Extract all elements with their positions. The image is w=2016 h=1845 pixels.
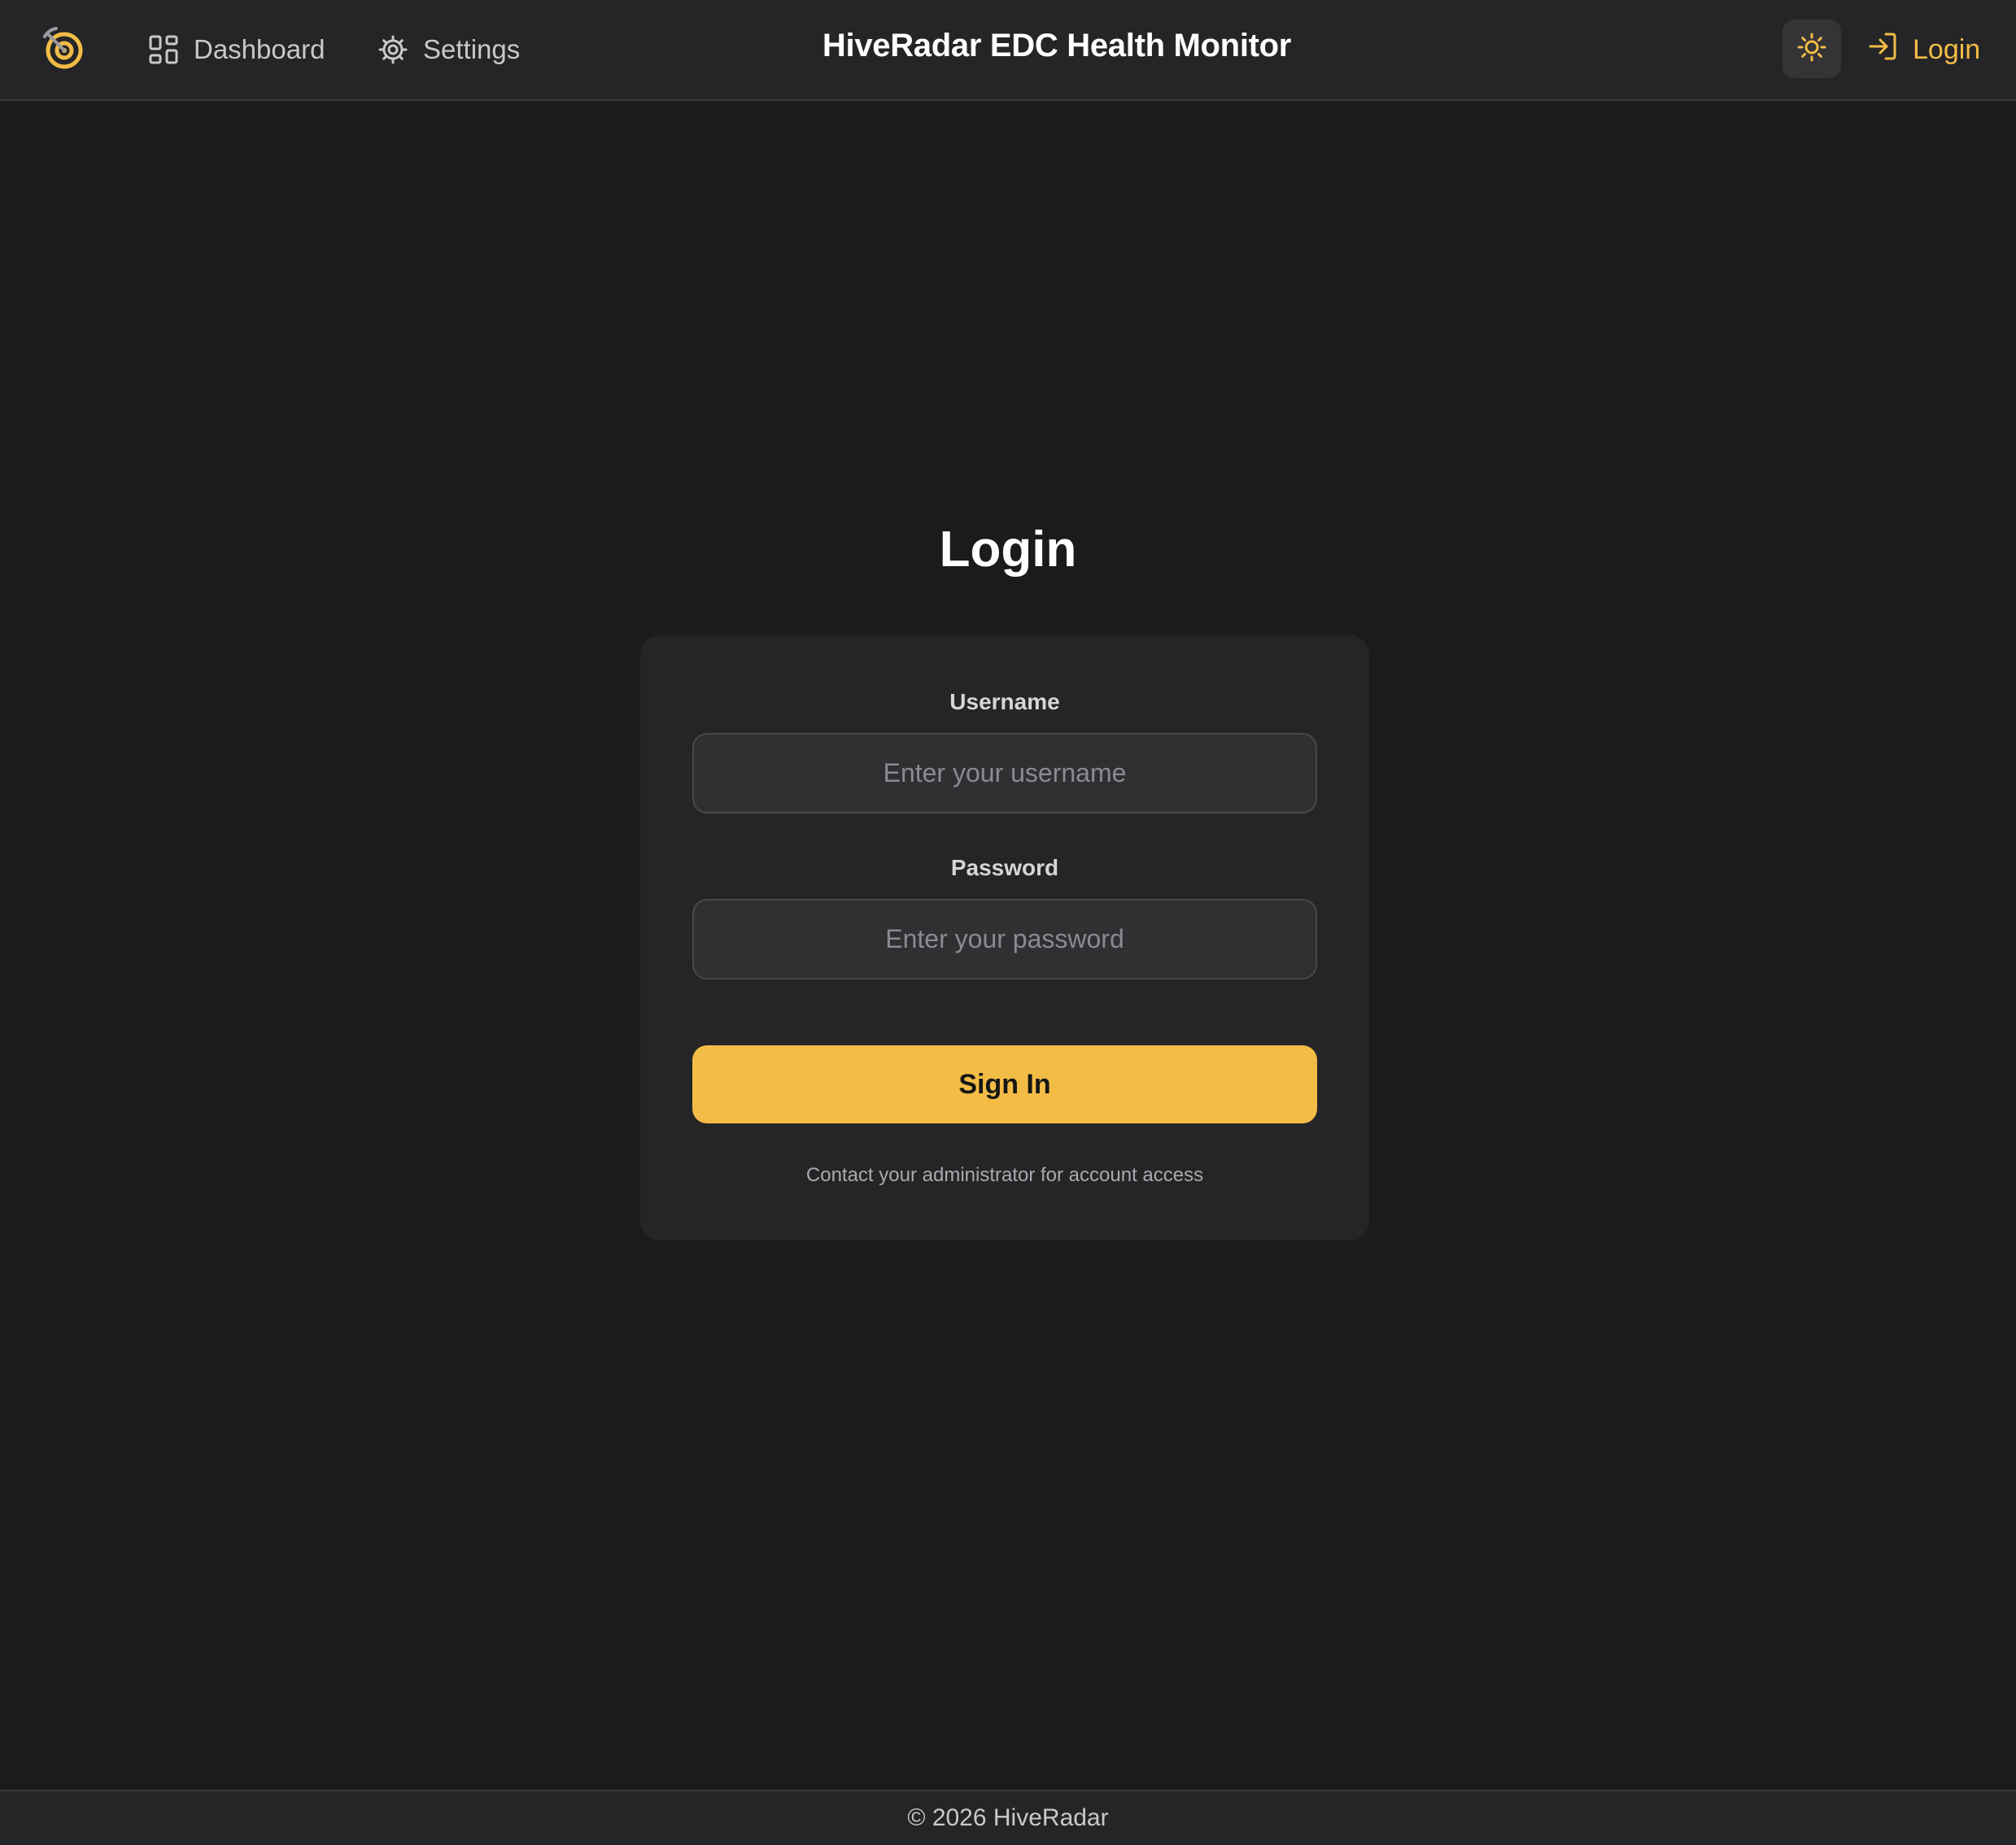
log-in-icon [1867, 31, 1898, 69]
theme-toggle-button[interactable] [1783, 20, 1841, 78]
footer: © 2026 HiveRadar [0, 1790, 2016, 1845]
header-login-label: Login [1913, 33, 1981, 65]
app-title: HiveRadar EDC Health Monitor [822, 28, 1292, 63]
username-input[interactable] [692, 733, 1317, 813]
footer-copyright: © 2026 HiveRadar [907, 1804, 1109, 1831]
sun-icon [1797, 33, 1826, 66]
page-title: Login [939, 521, 1077, 578]
password-label: Password [950, 855, 1059, 880]
password-input[interactable] [692, 899, 1317, 979]
account-help-text: Contact your administrator for account a… [805, 1164, 1204, 1186]
sign-in-button[interactable]: Sign In [692, 1045, 1317, 1123]
username-label: Username [949, 689, 1060, 714]
top-navbar: Dashboard Settings HiveRadar EDC Health … [0, 0, 2016, 101]
login-form-card: Username Password Sign In Contact your a… [640, 635, 1369, 1241]
header-login-link[interactable]: Login [1867, 24, 1980, 75]
